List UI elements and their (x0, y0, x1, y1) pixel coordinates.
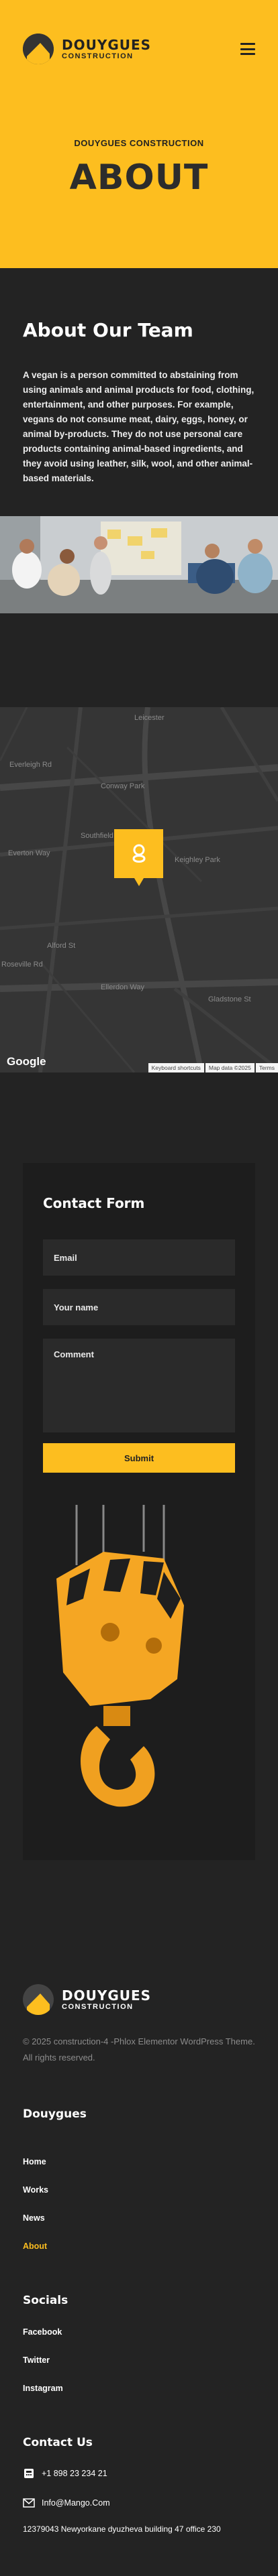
email-field[interactable]: Email (43, 1239, 235, 1276)
map-marker-icon[interactable] (114, 829, 163, 886)
map-label: Everleigh Rd (9, 761, 52, 769)
brand-name: DOUYGUES (62, 37, 152, 53)
team-description: A vegan is a person committed to abstain… (23, 370, 254, 483)
map-label: Gladstone St (208, 995, 251, 1003)
location-map[interactable]: Conway Park Southfield Leicester Keighle… (0, 707, 278, 1072)
footer-link-about[interactable]: About (23, 2232, 255, 2260)
crane-hook-image (56, 1505, 184, 1807)
footer-brand-tagline: CONSTRUCTION (62, 2003, 134, 2011)
footer-logo[interactable]: DOUYGUES CONSTRUCTION (23, 1984, 255, 2015)
map-label: Keighley Park (175, 856, 220, 864)
footer-menu-heading: Douygues (23, 2107, 87, 2121)
team-heading: About Our Team (23, 319, 193, 341)
header: DOUYGUES CONSTRUCTION (0, 0, 278, 64)
social-link-twitter[interactable]: Twitter (23, 2346, 255, 2374)
map-label: Southfield (81, 832, 113, 840)
terms-link[interactable]: Terms (255, 1063, 278, 1072)
social-link-instagram[interactable]: Instagram (23, 2374, 255, 2402)
mail-icon (23, 2498, 35, 2508)
about-team-section: About Our Team A vegan is a person commi… (0, 268, 278, 516)
page-title: ABOUT (69, 158, 209, 198)
copyright-text: © 2025 construction-4 -Phlox Elementor W… (23, 2036, 255, 2063)
email-address: Info@Mango.Com (42, 2498, 110, 2508)
footer-link-news[interactable]: News (23, 2204, 255, 2232)
hero-section: DOUYGUES CONSTRUCTION DOUYGUES CONSTRUCT… (0, 0, 278, 268)
phone-icon (24, 2469, 34, 2478)
map-label: Roseville Rd (1, 961, 43, 969)
submit-button[interactable]: Submit (43, 1443, 235, 1473)
keyboard-shortcuts-link[interactable]: Keyboard shortcuts (148, 1063, 204, 1072)
map-label: Alford St (47, 942, 76, 950)
logo-icon (23, 1984, 54, 2015)
menu-icon[interactable] (240, 43, 255, 55)
brand-tagline: CONSTRUCTION (62, 52, 134, 60)
google-logo: Google (7, 1055, 46, 1068)
social-link-facebook[interactable]: Facebook (23, 2318, 255, 2346)
map-data-label: Map data ©2025 (205, 1063, 254, 1072)
contact-form-heading: Contact Form (43, 1195, 145, 1211)
map-label: Conway Park (101, 782, 145, 790)
name-field[interactable]: Your name (43, 1289, 235, 1325)
map-label: Leicester (134, 714, 165, 722)
footer-brand-name: DOUYGUES (62, 1987, 152, 2004)
map-label: Everton Way (8, 849, 50, 857)
comment-field[interactable]: Comment (43, 1339, 235, 1432)
footer-menu: Home Works News About (23, 2148, 255, 2260)
team-photo (0, 516, 278, 613)
phone-number: +1 898 23 234 21 (42, 2469, 107, 2478)
socials-list: Facebook Twitter Instagram (23, 2318, 255, 2402)
logo-icon (23, 34, 54, 64)
hero-subtitle: DOUYGUES CONSTRUCTION (74, 138, 204, 148)
socials-heading: Socials (23, 2294, 68, 2307)
map-attribution: Keyboard shortcuts Map data ©2025 Terms (147, 1063, 278, 1072)
email-row[interactable]: Info@Mango.Com (23, 2488, 255, 2518)
contact-form-card: Contact Form Email Your name Comment Sub… (23, 1163, 255, 1860)
footer: DOUYGUES CONSTRUCTION © 2025 constructio… (0, 1984, 278, 2574)
site-logo[interactable]: DOUYGUES CONSTRUCTION (23, 34, 151, 64)
map-label: Ellerdon Way (101, 983, 145, 991)
footer-link-home[interactable]: Home (23, 2148, 255, 2176)
contact-us-heading: Contact Us (23, 2436, 93, 2449)
address-text: 12379043 Newyorkane dyuzheva building 47… (23, 2524, 221, 2534)
phone-row[interactable]: +1 898 23 234 21 (23, 2459, 255, 2488)
footer-link-works[interactable]: Works (23, 2176, 255, 2204)
